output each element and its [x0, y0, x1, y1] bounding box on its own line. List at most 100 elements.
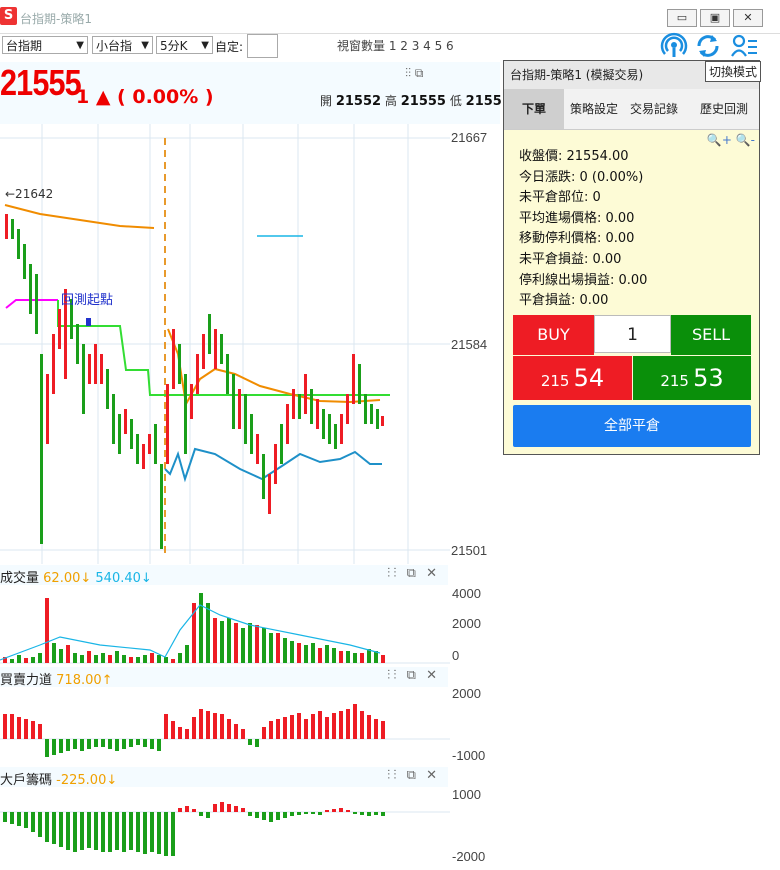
indicator-bar	[241, 729, 245, 739]
indicator-bar	[52, 643, 56, 663]
product-select[interactable]: 台指期 ▼	[2, 36, 88, 54]
indicator-bar	[332, 809, 336, 812]
close-all-positions-button[interactable]: 全部平倉	[513, 405, 751, 447]
panel-settings-icon[interactable]: ⫶⫶ ⧉ ✕	[387, 668, 440, 683]
indicator-bar	[304, 719, 308, 739]
indicator-bar	[192, 809, 196, 812]
zoom-in-icon[interactable]: 🔍+	[707, 133, 732, 147]
indicator-bar	[143, 739, 147, 747]
indicator-bar	[248, 623, 252, 663]
indicator-bar	[339, 808, 343, 812]
indicator-bar	[353, 653, 357, 663]
info-line: 停利線出場損益: 0.00	[519, 272, 648, 288]
indicator-bar	[17, 717, 21, 739]
indicator-bar	[297, 812, 301, 815]
indicator-bar	[220, 802, 224, 812]
indicator-bar	[52, 812, 56, 844]
indicator-bar	[136, 812, 140, 852]
custom-period-input[interactable]	[247, 34, 278, 58]
indicator-bar	[66, 645, 70, 663]
indicator-bar	[381, 655, 385, 663]
chevron-down-icon: ▼	[141, 40, 149, 51]
switch-mode-button[interactable]: 切換模式	[705, 61, 761, 82]
indicator-bar	[45, 739, 49, 757]
sell-price-button[interactable]: 215 53	[633, 356, 751, 400]
title-bar: S 台指期-策略1 ▭ ▣ ✕	[0, 0, 780, 34]
indicator-bar	[241, 628, 245, 663]
indicator-bar	[3, 714, 7, 739]
tab-backtest[interactable]: 歷史回測	[689, 89, 759, 129]
buy-power-panel-header: 買賣力道 718.00↑ ⫶⫶ ⧉ ✕	[0, 667, 448, 688]
indicator-bar	[17, 812, 21, 826]
quantity-input[interactable]: 1	[594, 315, 671, 353]
indicator-bar	[38, 812, 42, 837]
ref-price-annotation: ←21642	[5, 187, 54, 201]
refresh-icon[interactable]	[694, 32, 722, 60]
panel-settings-icon[interactable]: ⫶⫶ ⧉ ✕	[387, 566, 440, 581]
indicator-bar	[297, 713, 301, 739]
y-axis-top: 21667	[451, 130, 488, 145]
tab-trade-records[interactable]: 交易記錄	[624, 89, 684, 129]
signal-icon[interactable]	[660, 32, 688, 60]
indicator-bar	[367, 715, 371, 739]
indicator-bar	[45, 812, 49, 842]
indicator-bar	[66, 739, 70, 751]
panel-settings-icon[interactable]: ⫶⫶ ⧉ ✕	[387, 768, 440, 783]
sell-button[interactable]: SELL	[671, 315, 751, 355]
chart-settings-icon[interactable]: ⫶⫶ ⧉	[405, 66, 423, 81]
close-button[interactable]: ✕	[733, 9, 763, 27]
indicator-bar	[101, 812, 105, 852]
callback-start-annotation: 回測起點	[61, 293, 114, 308]
period-select[interactable]: 5分K ▼	[156, 36, 213, 54]
indicator-bar	[178, 653, 182, 663]
indicator-bar	[199, 709, 203, 739]
price-change: 1 ▲ ( 0.00% )	[76, 86, 214, 108]
indicator-bar	[136, 657, 140, 663]
indicator-bar	[143, 812, 147, 854]
indicator-bar	[346, 651, 350, 663]
indicator-bar	[178, 727, 182, 739]
indicator-bar	[59, 739, 63, 753]
indicator-bar	[108, 812, 112, 852]
tab-strategy-settings[interactable]: 策略設定	[564, 89, 624, 129]
indicator-bar	[255, 739, 259, 747]
indicator-bar	[339, 711, 343, 739]
indicator-bar	[150, 653, 154, 663]
indicator-bar	[213, 618, 217, 663]
indicator-bar	[24, 719, 28, 739]
indicator-bar	[346, 810, 350, 812]
indicator-bar	[87, 651, 91, 663]
indicator-bar	[304, 645, 308, 663]
indicator-bar	[325, 645, 329, 663]
indicator-bar	[297, 643, 301, 663]
indicator-bar	[199, 593, 203, 663]
indicator-bar	[157, 739, 161, 751]
user-list-icon[interactable]	[730, 32, 758, 60]
indicator-bar	[164, 657, 168, 663]
minimize-button[interactable]: ▭	[667, 9, 697, 27]
buy-button[interactable]: BUY	[513, 315, 594, 355]
indicator-bar	[374, 812, 378, 815]
big-player-axis-label: -2000	[452, 849, 486, 864]
indicator-bar	[73, 812, 77, 852]
buy-power-axis-label: -1000	[452, 748, 486, 763]
indicator-bar	[234, 806, 238, 812]
indicator-bar	[94, 739, 98, 747]
indicator-bar	[185, 806, 189, 812]
zoom-out-icon[interactable]: 🔍-	[736, 133, 755, 147]
buy-power-chart	[0, 704, 450, 757]
indicator-bar	[248, 739, 252, 745]
view-count-selector[interactable]: 視窗數量 1 2 3 4 5 6	[337, 37, 454, 54]
indicator-bar	[10, 659, 14, 663]
buy-price-button[interactable]: 215 54	[513, 356, 632, 400]
contract-select[interactable]: 小台指 ▼	[92, 36, 153, 54]
indicator-bar	[10, 714, 14, 739]
indicator-bar	[332, 648, 336, 663]
indicator-bar	[269, 812, 273, 822]
indicator-bar	[206, 711, 210, 739]
indicator-bar	[115, 812, 119, 850]
maximize-button[interactable]: ▣	[700, 9, 730, 27]
indicator-bar	[283, 812, 287, 818]
indicator-bar	[353, 704, 357, 739]
tab-order[interactable]: 下單	[504, 89, 564, 129]
